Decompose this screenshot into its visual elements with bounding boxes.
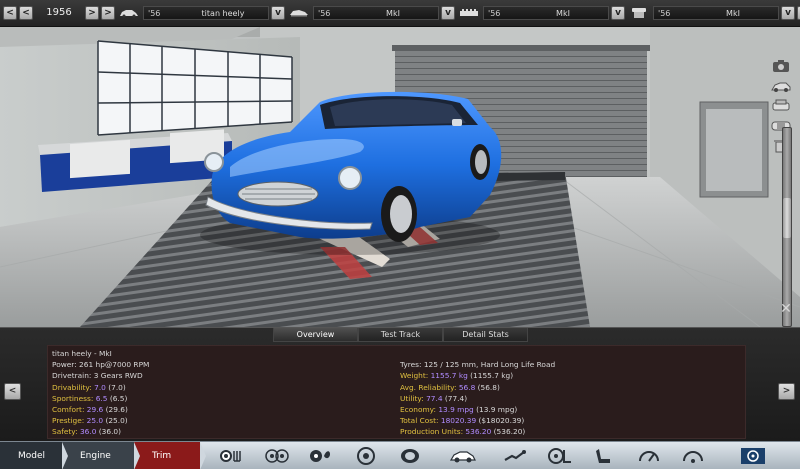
stat-production-units: Production Units: 536.20 (536.20) <box>400 427 526 437</box>
reset-view-button[interactable]: ✕ <box>778 301 794 317</box>
exhaust-icon[interactable] <box>502 446 528 466</box>
year-display: 1956 <box>46 7 72 18</box>
test-drive-icon[interactable] <box>725 446 781 466</box>
trim-icon <box>627 5 651 21</box>
car-front-icon[interactable] <box>770 99 792 113</box>
car-silhouette-icon[interactable] <box>442 446 484 466</box>
nav-model[interactable]: Model <box>0 442 68 469</box>
prev-year-button[interactable]: < <box>19 6 33 20</box>
next-panel-button[interactable]: > <box>778 383 795 400</box>
wheel-icon[interactable] <box>353 446 379 466</box>
model-dropdown-button[interactable]: v <box>271 6 285 20</box>
engine-selector[interactable]: '56 MkI <box>483 6 609 20</box>
car-side-icon[interactable] <box>770 79 792 93</box>
bottom-navigation: Model Engine Trim <box>0 441 800 469</box>
body-icon[interactable] <box>219 446 245 466</box>
engine-block-icon <box>457 5 481 21</box>
automation-car-designer: < < 1956 > > '56 titan heely v '56 MkI v… <box>0 0 800 469</box>
stat-comfort: Comfort: 29.6 (29.6) <box>52 404 128 414</box>
stat-drivability: Drivability: 7.0 (7.0) <box>52 382 126 392</box>
engine-variant-selector[interactable]: '56 MkI <box>653 6 779 20</box>
stat-prestige: Prestige: 25.0 (25.0) <box>52 416 128 426</box>
panel-tabs: Overview Test Track Detail Stats <box>273 328 528 342</box>
stat-spacer <box>400 348 740 359</box>
next-fast-button[interactable]: > <box>101 6 115 20</box>
model-selector[interactable]: '56 titan heely <box>143 6 269 20</box>
top-toolbar: < < 1956 > > '56 titan heely v '56 MkI v… <box>0 0 800 27</box>
cylinders-icon[interactable] <box>264 446 290 466</box>
trim-category-icons <box>200 442 800 469</box>
chassis-icon <box>287 5 311 21</box>
tab-overview[interactable]: Overview <box>273 328 358 342</box>
engine-variant-dropdown-button[interactable]: v <box>781 6 795 20</box>
trim-selector[interactable]: '56 MkI <box>313 6 439 20</box>
front-wheel <box>381 186 417 242</box>
steering-wheel-icon[interactable] <box>547 446 573 466</box>
garage-window <box>97 40 293 136</box>
car-body-icon <box>117 5 141 21</box>
rear-wheel <box>470 144 490 180</box>
stats-left-column: titan heely - MkI Power: 261 hp@7000 RPM… <box>52 348 392 438</box>
seat-icon[interactable] <box>591 446 617 466</box>
stats-panel: Overview Test Track Detail Stats < > tit… <box>0 327 800 441</box>
fan-icon[interactable] <box>308 446 334 466</box>
gauge-icon[interactable] <box>636 446 662 466</box>
garage-3d-viewport[interactable]: ✕ <box>0 27 800 327</box>
stat-car-name: titan heely - MkI <box>52 349 112 358</box>
stat-economy: Economy: 13.9 mpg (13.9 mpg) <box>400 404 518 414</box>
stat-power: Power: 261 hp@7000 RPM <box>52 360 150 370</box>
nav-trim[interactable]: Trim <box>134 442 206 469</box>
stat-weight: Weight: 1155.7 kg (1155.7 kg) <box>400 371 514 381</box>
prev-fast-button[interactable]: < <box>3 6 17 20</box>
zoom-scrollbar[interactable] <box>782 127 792 327</box>
tab-test-track[interactable]: Test Track <box>358 328 443 342</box>
stat-drivetrain: Drivetrain: 3 Gears RWD <box>52 371 143 381</box>
electronics-icon[interactable] <box>680 446 706 466</box>
garage-scene <box>0 27 800 327</box>
tyre-icon[interactable] <box>397 446 423 466</box>
stat-utility: Utility: 77.4 (77.4) <box>400 393 468 403</box>
stats-right-column: Tyres: 125 / 125 mm, Hard Long Life Road… <box>400 348 740 438</box>
camera-icon[interactable] <box>770 59 792 73</box>
stats-box: titan heely - MkI Power: 261 hp@7000 RPM… <box>47 345 746 439</box>
stat-tyres: Tyres: 125 / 125 mm, Hard Long Life Road <box>400 360 556 370</box>
trim-dropdown-button[interactable]: v <box>441 6 455 20</box>
zoom-scrollbar-thumb[interactable] <box>783 198 791 238</box>
stat-reliability: Avg. Reliability: 56.8 (56.8) <box>400 382 500 392</box>
nav-engine[interactable]: Engine <box>62 442 140 469</box>
engine-dropdown-button[interactable]: v <box>611 6 625 20</box>
stat-sportiness: Sportiness: 6.5 (6.5) <box>52 393 128 403</box>
stat-total-cost: Total Cost: 18020.39 ($18020.39) <box>400 416 525 426</box>
prev-panel-button[interactable]: < <box>4 383 21 400</box>
stat-safety: Safety: 36.0 (36.0) <box>52 427 122 437</box>
next-year-button[interactable]: > <box>85 6 99 20</box>
tab-detail-stats[interactable]: Detail Stats <box>443 328 528 342</box>
